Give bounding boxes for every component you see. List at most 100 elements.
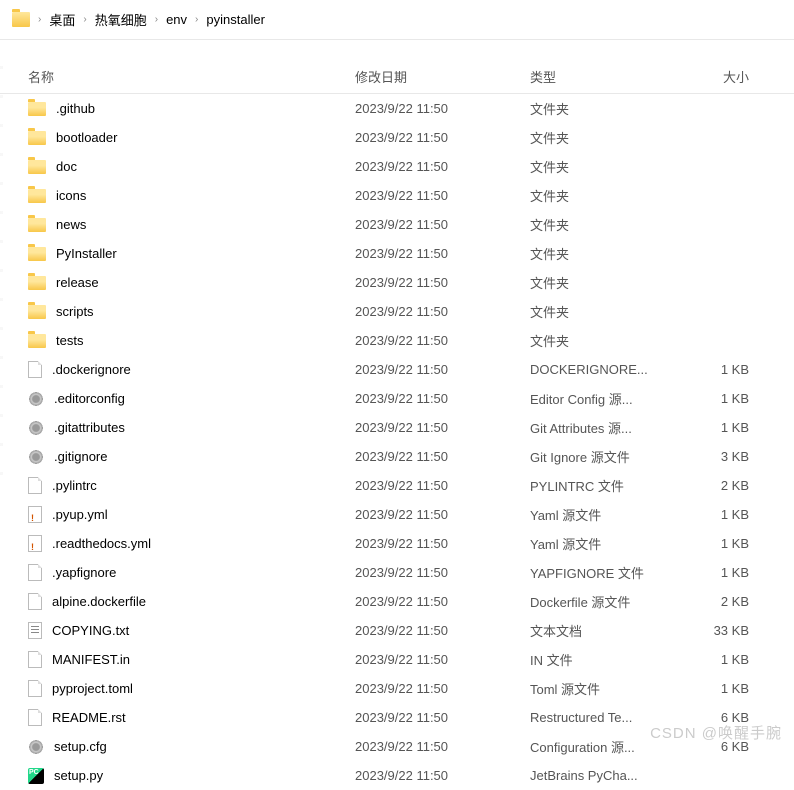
file-row[interactable]: COPYING.txt2023/9/22 11:50文本文档33 KB [0,616,794,645]
file-row[interactable]: PyInstaller2023/9/22 11:50文件夹 [0,239,794,268]
file-size: 2 KB [685,478,765,493]
left-edge-decoration [0,40,3,500]
file-size: 6 KB [685,739,765,754]
file-size: 1 KB [685,420,765,435]
column-headers: 名称 修改日期 类型 大小 [0,60,794,94]
file-size: 6 KB [685,710,765,725]
file-row[interactable]: .gitignore2023/9/22 11:50Git Ignore 源文件3… [0,442,794,471]
file-name: MANIFEST.in [52,652,130,667]
file-name: alpine.dockerfile [52,594,146,609]
file-type: Toml 源文件 [530,679,685,698]
gear-icon [28,391,44,407]
file-row[interactable]: .yapfignore2023/9/22 11:50YAPFIGNORE 文件1… [0,558,794,587]
breadcrumb[interactable]: › 桌面 › 热氧细胞 › env › pyinstaller [0,0,794,40]
file-row[interactable]: alpine.dockerfile2023/9/22 11:50Dockerfi… [0,587,794,616]
file-type: Git Attributes 源... [530,418,685,437]
file-name: .readthedocs.yml [52,536,151,551]
folder-icon [28,305,46,319]
file-row[interactable]: .pyup.yml2023/9/22 11:50Yaml 源文件1 KB [0,500,794,529]
folder-icon [28,131,46,145]
file-size: 1 KB [685,536,765,551]
file-size: 1 KB [685,681,765,696]
file-size: 2 KB [685,594,765,609]
file-row[interactable]: pyproject.toml2023/9/22 11:50Toml 源文件1 K… [0,674,794,703]
file-row[interactable]: icons2023/9/22 11:50文件夹 [0,181,794,210]
file-date: 2023/9/22 11:50 [355,333,530,348]
file-icon [28,593,42,610]
file-row[interactable]: setup.py2023/9/22 11:50JetBrains PyCha..… [0,761,794,790]
file-type: Git Ignore 源文件 [530,447,685,466]
file-name: .gitattributes [54,420,125,435]
file-row[interactable]: news2023/9/22 11:50文件夹 [0,210,794,239]
yaml-icon [28,535,42,552]
column-header-type[interactable]: 类型 [530,67,685,86]
file-row[interactable]: release2023/9/22 11:50文件夹 [0,268,794,297]
file-type: 文件夹 [530,302,685,321]
gear-icon [28,739,44,755]
file-row[interactable]: scripts2023/9/22 11:50文件夹 [0,297,794,326]
file-type: JetBrains PyCha... [530,768,685,783]
file-row[interactable]: .dockerignore2023/9/22 11:50DOCKERIGNORE… [0,355,794,384]
file-type: PYLINTRC 文件 [530,476,685,495]
file-row[interactable]: README.rst2023/9/22 11:50Restructured Te… [0,703,794,732]
file-type: Yaml 源文件 [530,534,685,553]
file-row[interactable]: .editorconfig 2023/9/22 11:50Editor Confi… [0,384,794,413]
file-type: Restructured Te... [530,710,685,725]
folder-icon [28,189,46,203]
file-date: 2023/9/22 11:50 [355,420,530,435]
file-row[interactable]: .github2023/9/22 11:50文件夹 [0,94,794,123]
file-icon [28,709,42,726]
file-name: setup.cfg [54,739,107,754]
file-date: 2023/9/22 11:50 [355,739,530,754]
chevron-right-icon: › [155,14,158,25]
breadcrumb-item[interactable]: 桌面 [43,8,81,31]
file-date: 2023/9/22 11:50 [355,159,530,174]
file-date: 2023/9/22 11:50 [355,391,530,406]
column-header-size[interactable]: 大小 [685,67,765,86]
file-date: 2023/9/22 11:50 [355,217,530,232]
file-name: tests [56,333,83,348]
file-type: IN 文件 [530,650,685,669]
file-type: Editor Config 源... [530,389,685,408]
file-icon [28,651,42,668]
file-date: 2023/9/22 11:50 [355,188,530,203]
folder-icon [12,12,30,27]
file-row[interactable]: .gitattributes 2023/9/22 11:50Git Attribu… [0,413,794,442]
file-row[interactable]: .pylintrc2023/9/22 11:50PYLINTRC 文件2 KB [0,471,794,500]
file-size: 1 KB [685,391,765,406]
file-type: DOCKERIGNORE... [530,362,685,377]
file-date: 2023/9/22 11:50 [355,449,530,464]
file-name: scripts [56,304,94,319]
file-name: .editorconfig [54,391,125,406]
file-name: .github [56,101,95,116]
file-row[interactable]: setup.cfg2023/9/22 11:50Configuration 源.… [0,732,794,761]
chevron-right-icon: › [38,14,41,25]
file-size: 1 KB [685,565,765,580]
file-row[interactable]: doc2023/9/22 11:50文件夹 [0,152,794,181]
gear-icon [28,449,44,465]
folder-icon [28,334,46,348]
breadcrumb-item[interactable]: 热氧细胞 [89,8,153,31]
column-header-date[interactable]: 修改日期 [355,67,530,86]
file-name: .pylintrc [52,478,97,493]
file-row[interactable]: MANIFEST.in2023/9/22 11:50IN 文件1 KB [0,645,794,674]
breadcrumb-item[interactable]: env [160,10,193,29]
file-name: .dockerignore [52,362,131,377]
file-name: setup.py [54,768,103,783]
chevron-right-icon: › [195,14,198,25]
breadcrumb-item[interactable]: pyinstaller [200,10,271,29]
file-name: release [56,275,99,290]
file-type: 文件夹 [530,331,685,350]
file-row[interactable]: .readthedocs.yml2023/9/22 11:50Yaml 源文件1… [0,529,794,558]
file-row[interactable]: bootloader2023/9/22 11:50文件夹 [0,123,794,152]
file-type: 文件夹 [530,215,685,234]
file-type: 文件夹 [530,157,685,176]
pycharm-icon [28,768,44,784]
file-name: COPYING.txt [52,623,129,638]
file-date: 2023/9/22 11:50 [355,652,530,667]
file-type: YAPFIGNORE 文件 [530,563,685,582]
column-header-name[interactable]: 名称 [0,67,355,86]
file-date: 2023/9/22 11:50 [355,623,530,638]
file-date: 2023/9/22 11:50 [355,681,530,696]
file-row[interactable]: tests 2023/9/22 11:50文件夹 [0,326,794,355]
